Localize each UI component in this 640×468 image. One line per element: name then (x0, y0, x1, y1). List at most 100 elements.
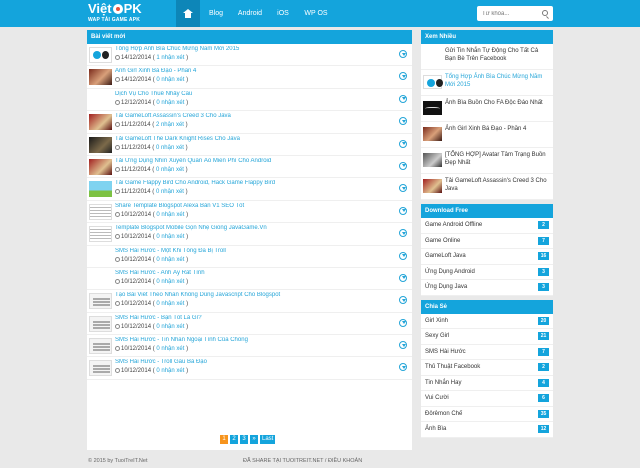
download-icon[interactable] (399, 94, 407, 103)
nav-ios[interactable]: iOS (268, 0, 298, 27)
popular-title-link[interactable]: Gửi Tin Nhắn Tự Động Cho Tất Cả Bạn Bè T… (445, 47, 549, 63)
category-item[interactable]: Đôrêmon Chế 35 (421, 407, 553, 422)
download-icon[interactable] (399, 206, 407, 215)
popular-title-link[interactable]: Tải GameLoft Assassin's Creed 3 Cho Java (445, 177, 549, 193)
download-icon[interactable] (399, 251, 407, 260)
post-thumbnail[interactable] (89, 181, 112, 198)
download-icon[interactable] (399, 229, 407, 238)
download-icon[interactable] (399, 139, 407, 148)
page-link[interactable]: Last (260, 435, 276, 444)
site-logo[interactable]: Việt PK WAP TẢI GAME APK (88, 2, 172, 25)
page-link[interactable]: » (250, 435, 258, 444)
post-title-link[interactable]: Dịch Vụ Cho Thuê Nhảy Cầu (115, 91, 395, 97)
category-name[interactable]: Game Online (425, 238, 460, 244)
post-title-link[interactable]: SMS Hài Hước - Anh Ấy Rất Tình (115, 270, 395, 276)
post-comment-count[interactable]: 0 nhận xét (156, 77, 184, 83)
post-thumbnail[interactable] (89, 338, 112, 355)
post-comment-count[interactable]: 2 nhận xét (156, 122, 184, 128)
download-icon[interactable] (399, 161, 407, 170)
post-thumbnail[interactable] (89, 91, 112, 108)
download-icon[interactable] (399, 318, 407, 327)
category-name[interactable]: Vui Cười (425, 395, 449, 401)
post-thumbnail[interactable] (89, 47, 112, 63)
post-title-link[interactable]: Tải GameLoft Assassin's Creed 3 Cho Java (115, 113, 395, 119)
category-name[interactable]: Game Android Offline (425, 222, 482, 228)
category-name[interactable]: Ứng Dụng Java (425, 284, 467, 290)
post-comment-count[interactable]: 0 nhận xét (156, 257, 184, 263)
post-comment-count[interactable]: 0 nhận xét (156, 368, 184, 374)
category-name[interactable]: Thủ Thuật Facebook (425, 364, 480, 370)
footer-links[interactable]: ĐÃ SHARE TẠI TUOITREIT.NET / ĐIỀU KHOẢN (243, 458, 362, 464)
category-item[interactable]: Game Android Offline 2 (421, 218, 553, 234)
post-comment-count[interactable]: 0 nhận xét (156, 234, 184, 240)
category-item[interactable]: Vui Cười 6 (421, 391, 553, 407)
page-link[interactable]: 3 (240, 435, 248, 444)
post-title-link[interactable]: SMS Hài Hước - Bạn Tốt Là Gì? (115, 315, 395, 321)
post-comment-count[interactable]: 0 nhận xét (156, 167, 184, 173)
post-title-link[interactable]: Tạo Bài Viết Theo Nhãn Không Dùng Javasc… (115, 292, 395, 298)
post-title-link[interactable]: Tổng Hợp Ảnh Bìa Chúc Mừng Năm Mới 2015 (115, 46, 395, 52)
category-item[interactable]: Ảnh Bìa 12 (421, 422, 553, 438)
page-link[interactable]: 2 (230, 435, 238, 444)
post-thumbnail[interactable] (89, 360, 112, 377)
download-icon[interactable] (399, 273, 407, 282)
popular-thumbnail[interactable] (423, 127, 442, 141)
post-title-link[interactable]: Tải Ứng Dụng Nhìn Xuyên Quần Áo Miễn Phí… (115, 158, 395, 164)
post-thumbnail[interactable] (89, 270, 112, 287)
category-item[interactable]: Ứng Dụng Java 3 (421, 280, 553, 296)
popular-thumbnail[interactable] (423, 75, 443, 89)
category-item[interactable]: Ứng Dụng Android 3 (421, 265, 553, 280)
download-icon[interactable] (399, 341, 407, 350)
post-thumbnail[interactable] (89, 69, 112, 86)
post-thumbnail[interactable] (89, 293, 112, 310)
post-title-link[interactable]: Tải Game Flappy Bird Cho Android, Hack G… (115, 180, 395, 186)
post-title-link[interactable]: Template Blogspot Mobile Gọn Nhẹ Giống J… (115, 225, 395, 231)
post-comment-count[interactable]: 0 nhận xét (156, 189, 184, 195)
download-icon[interactable] (399, 72, 407, 81)
popular-title-link[interactable]: Ảnh Bìa Buồn Cho FA Độc Đáo Nhất (445, 99, 549, 107)
popular-thumbnail[interactable] (423, 179, 442, 193)
download-icon[interactable] (399, 184, 407, 193)
nav-wp-os[interactable]: WP OS (298, 0, 334, 27)
category-item[interactable]: Sexy Girl 21 (421, 329, 553, 345)
nav-blog[interactable]: Blog (200, 0, 232, 27)
post-comment-count[interactable]: 0 nhận xét (156, 324, 184, 330)
post-thumbnail[interactable] (89, 136, 112, 153)
popular-thumbnail[interactable] (423, 49, 442, 63)
category-item[interactable]: GameLoft Java 16 (421, 249, 553, 265)
page-link[interactable]: 1 (220, 435, 228, 444)
post-comment-count[interactable]: 1 nhận xét (156, 55, 184, 61)
category-name[interactable]: Sexy Girl (425, 333, 449, 339)
post-comment-count[interactable]: 0 nhận xét (156, 212, 184, 218)
post-thumbnail[interactable] (89, 315, 112, 332)
category-item[interactable]: Game Online 7 (421, 234, 553, 249)
post-thumbnail[interactable] (89, 226, 112, 243)
category-name[interactable]: Girl Xinh (425, 318, 448, 324)
download-icon[interactable] (399, 363, 407, 372)
popular-title-link[interactable]: Ảnh Girl Xinh Bá Đạo - Phần 4 (445, 125, 549, 133)
post-title-link[interactable]: Tải GameLoft The Dark Knight Rises Cho J… (115, 136, 395, 142)
popular-title-link[interactable]: Tổng Hợp Ảnh Bìa Chúc Mừng Năm Mới 2015 (445, 73, 549, 89)
category-name[interactable]: Tin Nhắn Hay (425, 380, 461, 386)
download-icon[interactable] (399, 117, 407, 126)
popular-thumbnail[interactable] (423, 101, 442, 115)
nav-home[interactable] (176, 0, 200, 27)
download-icon[interactable] (399, 296, 407, 305)
category-name[interactable]: Ứng Dụng Android (425, 269, 475, 275)
popular-title-link[interactable]: [TỔNG HỢP] Avatar Tâm Trạng Buồn Đẹp Nhấ… (445, 151, 549, 167)
category-item[interactable]: SMS Hài Hước 7 (421, 345, 553, 360)
nav-android[interactable]: Android (232, 0, 268, 27)
post-thumbnail[interactable] (89, 248, 112, 265)
post-thumbnail[interactable] (89, 158, 112, 175)
post-thumbnail[interactable] (89, 203, 112, 220)
post-thumbnail[interactable] (89, 114, 112, 131)
category-item[interactable]: Thủ Thuật Facebook 2 (421, 360, 553, 376)
post-comment-count[interactable]: 0 nhận xét (156, 100, 184, 106)
category-name[interactable]: GameLoft Java (425, 253, 466, 259)
post-title-link[interactable]: SMS Hài Hước - Tin Nhắn Ngoại Tình Của C… (115, 337, 395, 343)
popular-thumbnail[interactable] (423, 153, 442, 167)
category-item[interactable]: Tin Nhắn Hay 4 (421, 376, 553, 391)
post-title-link[interactable]: Share Template Blogspot Alexa Bán V1 SEO… (115, 203, 395, 209)
category-name[interactable]: Đôrêmon Chế (425, 411, 462, 417)
download-icon[interactable] (399, 50, 407, 58)
